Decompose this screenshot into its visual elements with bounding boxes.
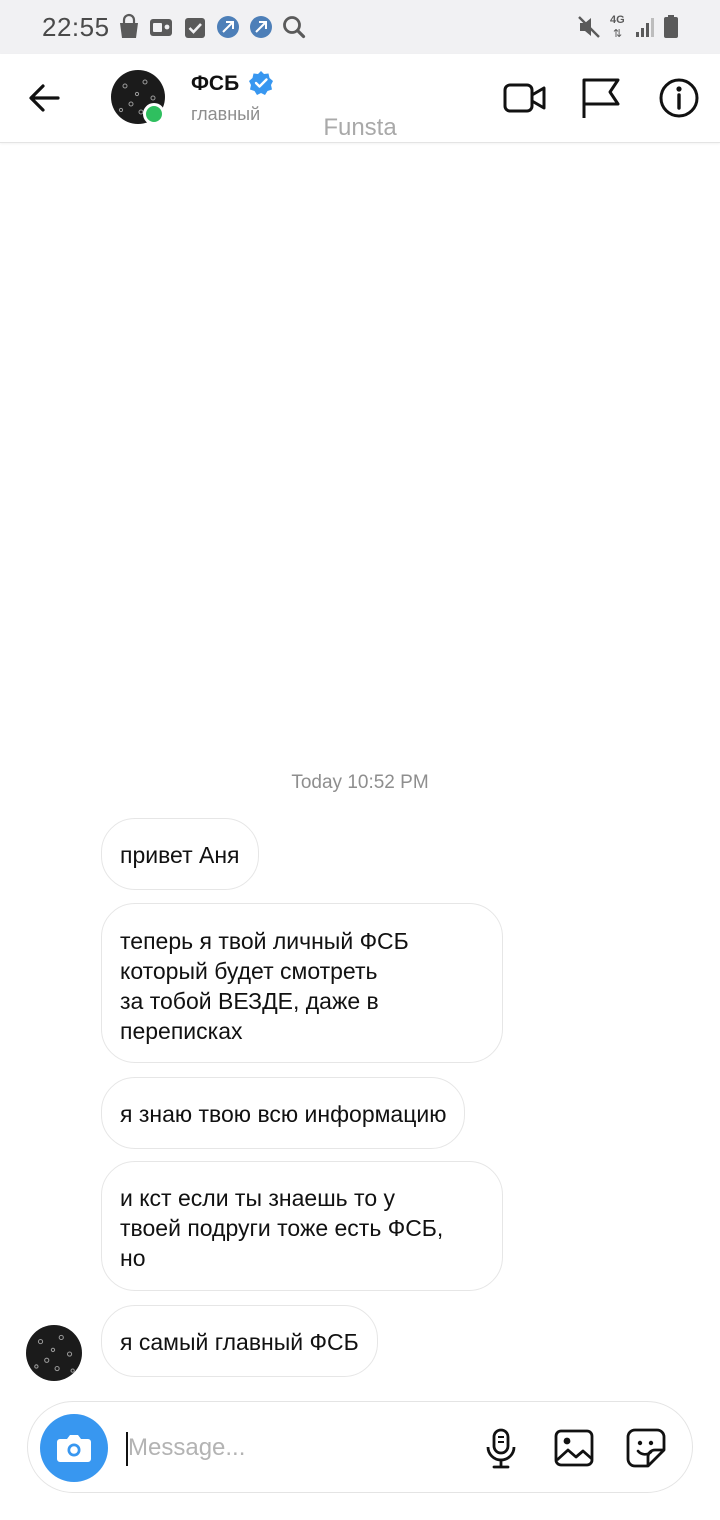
app-icon — [217, 16, 239, 38]
shopping-bag-icon — [120, 13, 138, 38]
signal-icon — [636, 18, 654, 37]
radio-icon — [150, 19, 172, 36]
video-call-icon[interactable] — [500, 74, 548, 122]
status-time: 22:55 — [42, 12, 110, 42]
message-bubble[interactable]: я знаю твою всю информацию — [101, 1077, 466, 1149]
camera-icon — [57, 1435, 91, 1462]
mute-icon — [578, 16, 600, 38]
message-composer — [27, 1401, 693, 1493]
contact-name[interactable]: ФСБ — [191, 72, 239, 96]
info-icon[interactable] — [655, 74, 703, 122]
chat-header: ФСБ главный Funsta — [0, 54, 720, 143]
message-bubble[interactable]: и кст если ты знаешь то у твоей подруги … — [101, 1161, 503, 1291]
status-bar: 22:55 4G ⇅ — [0, 0, 720, 54]
message-bubble[interactable]: я самый главный ФСБ — [101, 1305, 378, 1377]
avatar-pattern-icon — [34, 1334, 75, 1373]
sticker-icon[interactable] — [624, 1426, 668, 1470]
gallery-icon[interactable] — [552, 1426, 596, 1470]
network-label: 4G — [610, 14, 625, 26]
verified-badge-icon — [249, 71, 273, 95]
flag-report-icon[interactable] — [577, 74, 625, 122]
search-icon — [283, 16, 306, 39]
message-bubble[interactable]: привет Аня — [101, 818, 259, 890]
message-timestamp: Today 10:52 PM — [291, 772, 429, 793]
camera-button[interactable] — [40, 1414, 108, 1482]
back-arrow-icon[interactable] — [26, 80, 62, 116]
checkbox-icon — [185, 18, 205, 38]
sender-avatar[interactable] — [26, 1325, 82, 1381]
microphone-icon[interactable] — [479, 1426, 523, 1470]
message-bubble[interactable]: теперь я твой личный ФСБ который будет с… — [101, 903, 503, 1063]
network-4g-icon: 4G ⇅ — [610, 14, 625, 40]
battery-icon — [664, 15, 678, 38]
message-input[interactable] — [128, 1424, 458, 1472]
app-icon — [250, 16, 272, 38]
